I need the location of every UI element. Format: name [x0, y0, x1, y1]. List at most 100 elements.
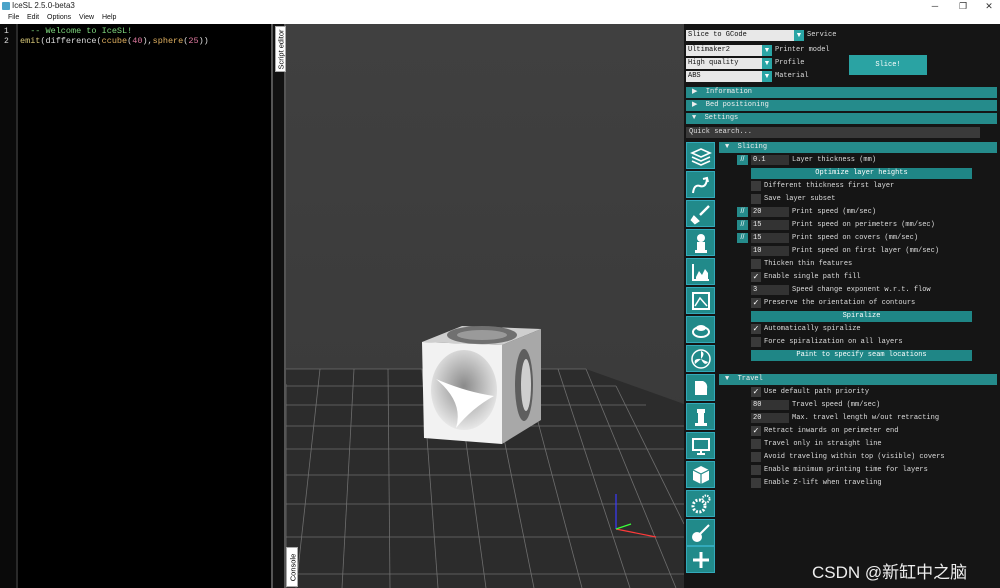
retract-label: Retract inwards on perimeter end — [764, 427, 899, 435]
code-token: )) — [198, 36, 209, 46]
expand-arrow-icon: ▶ — [692, 101, 698, 109]
covers-speed-input[interactable]: 15 — [751, 233, 789, 243]
code-line-2: emit(difference(ccube(40),sphere(25)) — [20, 36, 209, 46]
menu-file[interactable]: File — [8, 12, 19, 24]
diff-thickness-checkbox[interactable] — [751, 181, 761, 191]
print-speed-label: Print speed (mm/sec) — [792, 208, 877, 216]
travel-speed-input[interactable]: 80 — [751, 400, 789, 410]
menu-help[interactable]: Help — [102, 12, 116, 24]
link-icon[interactable]: // — [737, 207, 748, 217]
section-label: Bed positioning — [705, 101, 769, 109]
code-token: ccube — [101, 36, 128, 46]
code-token: 25 — [188, 36, 199, 46]
thicken-checkbox[interactable] — [751, 259, 761, 269]
preserve-checkbox[interactable]: ✓ — [751, 298, 761, 308]
default-priority-checkbox[interactable]: ✓ — [751, 387, 761, 397]
code-token: emit — [20, 36, 41, 46]
straight-line-checkbox[interactable] — [751, 439, 761, 449]
brush-icon[interactable] — [686, 200, 715, 227]
print-speed-input[interactable]: 20 — [751, 207, 789, 217]
perimeter-speed-input[interactable]: 15 — [751, 220, 789, 230]
layers-icon[interactable] — [686, 142, 715, 169]
printer-model-dropdown[interactable]: Ultimaker2 — [686, 45, 762, 56]
gears-icon[interactable] — [686, 490, 715, 517]
layer-thickness-input[interactable]: 0.1 — [751, 155, 789, 165]
seam-locations-button[interactable]: Paint to specify seam locations — [751, 350, 972, 361]
minimize-button[interactable]: ─ — [922, 0, 948, 12]
code-token: ), — [142, 36, 153, 46]
watermark: CSDN @新缸中之脑 — [812, 563, 968, 582]
service-label: Service — [807, 31, 837, 39]
link-icon[interactable]: // — [737, 233, 748, 243]
zlift-checkbox[interactable] — [751, 478, 761, 488]
force-spiralize-checkbox[interactable] — [751, 337, 761, 347]
preserve-label: Preserve the orientation of contours — [764, 299, 916, 307]
first-layer-speed-label: Print speed on first layer (mm/sec) — [792, 247, 940, 255]
3d-viewport[interactable] — [286, 24, 684, 588]
tab-console[interactable]: Console — [286, 547, 298, 587]
monitor-icon[interactable] — [686, 432, 715, 459]
script-editor[interactable]: 1 2 -- Welcome to IceSL! emit(difference… — [0, 24, 271, 588]
window-title: IceSL 2.5.0-beta3 — [12, 1, 75, 10]
guitar-icon[interactable] — [686, 519, 715, 546]
min-time-checkbox[interactable] — [751, 465, 761, 475]
retract-checkbox[interactable]: ✓ — [751, 426, 761, 436]
section-settings[interactable]: ▼ Settings — [686, 113, 997, 124]
section-travel[interactable]: ▼ Travel — [719, 374, 997, 385]
spiralize-button[interactable]: Spiralize — [751, 311, 972, 322]
travel-speed-label: Travel speed (mm/sec) — [792, 401, 881, 409]
code-token: 40 — [132, 36, 143, 46]
chevron-down-icon[interactable]: ▼ — [762, 45, 772, 56]
maximize-button[interactable]: ❐ — [950, 0, 976, 12]
first-layer-speed-input[interactable]: 10 — [751, 246, 789, 256]
avoid-covers-checkbox[interactable] — [751, 452, 761, 462]
path-arrow-icon[interactable] — [686, 171, 715, 198]
menu-options[interactable]: Options — [47, 12, 71, 24]
section-slicing[interactable]: ▼ Slicing — [719, 142, 997, 153]
link-icon[interactable]: // — [737, 220, 748, 230]
save-subset-label: Save layer subset — [764, 195, 836, 203]
plus-icon[interactable] — [686, 546, 715, 573]
slice-mode-dropdown[interactable]: Slice to GCode — [686, 30, 794, 41]
viewport-scene — [286, 326, 684, 588]
section-information[interactable]: ▶ Information — [686, 87, 997, 98]
image-frame-icon[interactable] — [686, 287, 715, 314]
profile-dropdown[interactable]: High quality — [686, 58, 762, 69]
figure-icon[interactable] — [686, 229, 715, 256]
slice-button[interactable]: Slice! — [849, 55, 927, 75]
close-button[interactable]: ✕ — [976, 0, 1000, 12]
quick-search-input[interactable]: Quick search... — [686, 127, 980, 138]
material-dropdown[interactable]: ABS — [686, 71, 762, 82]
section-bed-positioning[interactable]: ▶ Bed positioning — [686, 100, 997, 111]
tab-script-editor[interactable]: Script editor — [275, 26, 286, 72]
auto-spiralize-checkbox[interactable]: ✓ — [751, 324, 761, 334]
single-path-checkbox[interactable]: ✓ — [751, 272, 761, 282]
chevron-down-icon[interactable]: ▼ — [762, 71, 772, 82]
section-label: Slicing — [737, 143, 768, 151]
brim-icon[interactable] — [686, 316, 715, 343]
profile-label: Profile — [775, 59, 805, 67]
chevron-down-icon[interactable]: ▼ — [762, 58, 772, 69]
avoid-covers-label: Avoid traveling within top (visible) cov… — [764, 453, 945, 461]
thicken-label: Thicken thin features — [764, 260, 853, 268]
infill-icon[interactable] — [686, 258, 715, 285]
save-subset-checkbox[interactable] — [751, 194, 761, 204]
max-travel-input[interactable]: 20 — [751, 413, 789, 423]
optimize-layer-heights-button[interactable]: Optimize layer heights — [751, 168, 972, 179]
section-label: Travel — [737, 375, 763, 383]
tower-icon[interactable] — [686, 403, 715, 430]
code-token: sphere — [152, 36, 184, 46]
link-icon[interactable]: // — [737, 155, 748, 165]
line-gutter: 1 2 — [0, 24, 18, 588]
default-priority-label: Use default path priority — [764, 388, 870, 396]
chevron-down-icon[interactable]: ▼ — [794, 30, 804, 41]
fan-icon[interactable] — [686, 345, 715, 372]
cube-icon[interactable] — [686, 461, 715, 488]
exponent-input[interactable]: 3 — [751, 285, 789, 295]
covers-speed-label: Print speed on covers (mm/sec) — [792, 234, 919, 242]
auto-spiralize-label: Automatically spiralize — [764, 325, 861, 333]
extruder-icon[interactable] — [686, 374, 715, 401]
menu-view[interactable]: View — [79, 12, 94, 24]
menu-edit[interactable]: Edit — [27, 12, 39, 24]
perimeter-speed-label: Print speed on perimeters (mm/sec) — [792, 221, 935, 229]
